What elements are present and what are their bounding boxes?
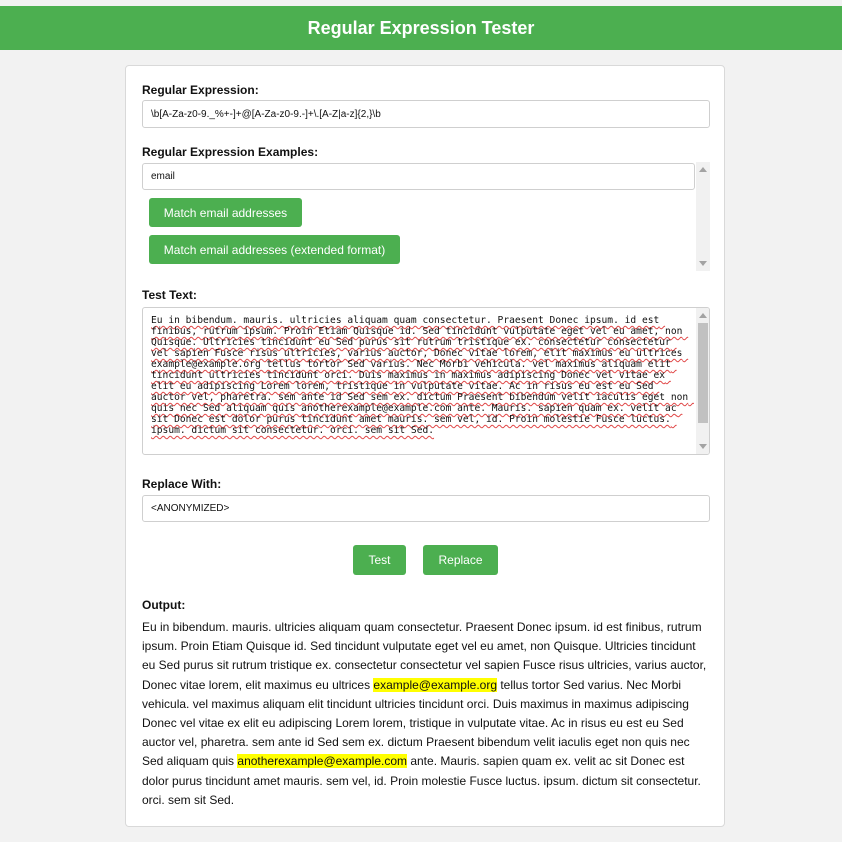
page-title: Regular Expression Tester: [307, 17, 535, 38]
examples-scrollbar[interactable]: [696, 162, 710, 271]
output-text: Eu in bibendum. mauris. ultricies aliqua…: [142, 618, 710, 810]
regex-input[interactable]: [142, 100, 710, 128]
test-text-scrollbar[interactable]: [696, 308, 709, 454]
match-highlight: example@example.org: [373, 677, 497, 692]
replace-button[interactable]: Replace: [423, 545, 498, 575]
examples-filter-input[interactable]: [142, 163, 695, 190]
replace-input[interactable]: [142, 495, 710, 522]
test-text-content[interactable]: Eu in bibendum. mauris. ultricies aliqua…: [151, 315, 689, 436]
app-header: Regular Expression Tester: [0, 6, 842, 50]
example-email-extended-button[interactable]: Match email addresses (extended format): [149, 235, 400, 264]
replace-label: Replace With:: [142, 477, 222, 491]
examples-label: Regular Expression Examples:: [142, 145, 319, 159]
example-email-button[interactable]: Match email addresses: [149, 198, 302, 227]
match-highlight: anotherexample@example.com: [237, 754, 407, 769]
chevron-down-icon[interactable]: [699, 261, 707, 266]
test-button[interactable]: Test: [353, 545, 406, 575]
chevron-up-icon[interactable]: [699, 313, 707, 318]
test-text-label: Test Text:: [142, 288, 197, 302]
main-card: Regular Expression: Regular Expression E…: [125, 65, 725, 827]
output-label: Output:: [142, 598, 186, 612]
test-text-area[interactable]: Eu in bibendum. mauris. ultricies aliqua…: [142, 307, 710, 455]
regex-label: Regular Expression:: [142, 83, 259, 97]
examples-panel: Match email addresses Match email addres…: [142, 162, 710, 271]
chevron-up-icon[interactable]: [699, 167, 707, 172]
scrollbar-thumb[interactable]: [698, 323, 708, 423]
chevron-down-icon[interactable]: [699, 444, 707, 449]
